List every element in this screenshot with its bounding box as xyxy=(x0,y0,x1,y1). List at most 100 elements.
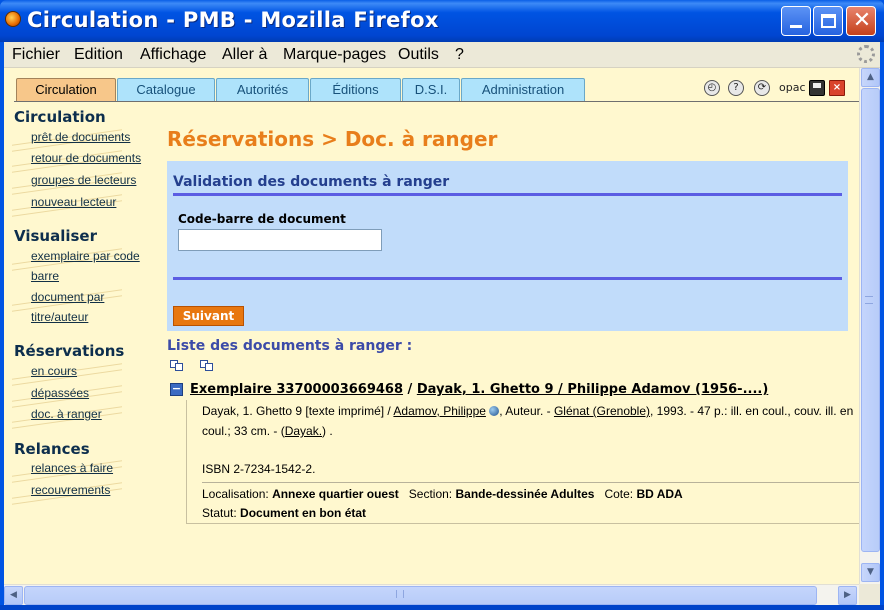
menu-outils[interactable]: Outils xyxy=(398,46,439,64)
barcode-input[interactable] xyxy=(178,229,382,251)
quit-icon[interactable]: × xyxy=(829,80,845,96)
vertical-scroll-thumb[interactable] xyxy=(861,88,880,552)
status-label: Statut: xyxy=(202,506,237,520)
suivant-button[interactable]: Suivant xyxy=(173,306,244,326)
left-nav: Circulation prêt de documents retour de … xyxy=(4,102,162,584)
throbber-icon xyxy=(857,45,875,63)
minimize-button[interactable] xyxy=(781,6,811,36)
record-heading: Exemplaire 33700003669468 / Dayak, 1. Gh… xyxy=(190,382,768,397)
notice-line-1: Dayak, 1. Ghetto 9 [texte imprimé] / Ada… xyxy=(202,404,853,418)
status-line: Statut: Document en bon état xyxy=(202,506,366,520)
tab-editions[interactable]: Éditions xyxy=(310,78,401,101)
window-frame-right xyxy=(880,42,884,610)
record-details: Dayak, 1. Ghetto 9 [texte imprimé] / Ada… xyxy=(186,400,859,524)
exemplaire-link[interactable]: Exemplaire 33700003669468 xyxy=(190,382,403,397)
opac-icon[interactable]: opac xyxy=(779,80,806,96)
scroll-down-icon[interactable]: ▼ xyxy=(861,563,880,582)
publisher-link[interactable]: Glénat (Grenoble) xyxy=(554,404,650,418)
document-record: − Exemplaire 33700003669468 / Dayak, 1. … xyxy=(170,381,859,524)
scroll-up-icon[interactable]: ▲ xyxy=(861,68,880,87)
nav-link-depassees[interactable]: dépassées xyxy=(31,386,89,400)
location-line: Localisation: Annexe quartier ouest Sect… xyxy=(202,487,683,501)
expand-all-icon[interactable] xyxy=(170,360,186,372)
help-icon[interactable]: ? xyxy=(728,80,744,96)
form-divider-bottom xyxy=(173,277,842,280)
list-title: Liste des documents à ranger : xyxy=(167,338,413,354)
cote-value: BD ADA xyxy=(636,487,683,501)
nav-link-exemplaire-barre[interactable]: barre xyxy=(31,269,59,283)
firefox-icon xyxy=(5,11,21,27)
status-value: Document en bon état xyxy=(240,506,367,520)
page-title: Réservations > Doc. à ranger xyxy=(167,127,498,151)
maximize-icon xyxy=(821,14,836,28)
tab-autorites[interactable]: Autorités xyxy=(216,78,309,101)
nav-link-doc-a-ranger[interactable]: doc. à ranger xyxy=(31,407,102,421)
barcode-label: Code-barre de document xyxy=(178,212,346,226)
nav-heading-circulation: Circulation xyxy=(14,108,106,126)
heading-separator: / xyxy=(403,382,417,397)
collapse-record-icon[interactable]: − xyxy=(170,383,183,396)
tab-administration[interactable]: Administration xyxy=(461,78,585,101)
tab-circulation[interactable]: Circulation xyxy=(16,78,116,102)
record-divider xyxy=(202,482,859,483)
tab-bar: Circulation Catalogue Autorités Éditions… xyxy=(4,68,859,102)
save-icon[interactable] xyxy=(809,80,825,96)
globe-icon[interactable] xyxy=(489,406,500,416)
form-divider-top xyxy=(173,193,842,196)
window-title: Circulation - PMB - Mozilla Firefox xyxy=(27,8,439,32)
menu-affichage[interactable]: Affichage xyxy=(140,46,206,64)
maximize-button[interactable] xyxy=(813,6,843,36)
close-button[interactable]: ✕ xyxy=(846,6,876,36)
nav-link-exemplaire-code[interactable]: exemplaire par code xyxy=(31,249,140,263)
horizontal-scrollbar[interactable]: ◀ ▶ xyxy=(4,584,859,605)
location-value: Annexe quartier ouest xyxy=(272,487,399,501)
nav-link-document-par[interactable]: document par xyxy=(31,290,104,304)
scroll-right-icon[interactable]: ▶ xyxy=(838,586,857,605)
menu-fichier[interactable]: Fichier xyxy=(12,46,60,64)
scrollbar-corner xyxy=(859,584,880,605)
notice-title-link[interactable]: Dayak, 1. Ghetto 9 / Philippe Adamov (19… xyxy=(417,382,768,397)
author-role: , Auteur. - xyxy=(499,404,554,418)
nav-link-recouvrements[interactable]: recouvrements xyxy=(31,483,110,497)
menu-aller-a[interactable]: Aller à xyxy=(222,46,267,64)
window-frame-bottom xyxy=(0,605,884,610)
menu-edition[interactable]: Edition xyxy=(74,46,123,64)
section-value: Bande-dessinée Adultes xyxy=(455,487,595,501)
series-close: ) . xyxy=(322,424,333,438)
menu-marque-pages[interactable]: Marque-pages xyxy=(283,46,386,64)
nav-link-relances-a-faire[interactable]: relances à faire xyxy=(31,461,113,475)
scroll-left-icon[interactable]: ◀ xyxy=(4,586,23,605)
sync-icon[interactable]: ⟳ xyxy=(754,80,770,96)
validation-form: Validation des documents à ranger Code-b… xyxy=(167,161,848,331)
scroll-grip-icon xyxy=(396,590,404,598)
menu-bar: Fichier Edition Affichage Aller à Marque… xyxy=(4,42,880,68)
tab-catalogue[interactable]: Catalogue xyxy=(117,78,215,101)
scroll-grip-icon xyxy=(865,296,873,304)
cote-label: Cote: xyxy=(604,487,634,501)
page-content: Circulation Catalogue Autorités Éditions… xyxy=(4,68,859,584)
horizontal-scroll-thumb[interactable] xyxy=(24,586,817,605)
author-link[interactable]: Adamov, Philippe xyxy=(393,404,486,418)
nav-link-en-cours[interactable]: en cours xyxy=(31,364,77,378)
vertical-scrollbar[interactable]: ▲ ▼ xyxy=(859,68,880,584)
collation-continued: coul.; 33 cm. - ( xyxy=(202,424,285,438)
clock-icon[interactable]: ◴ xyxy=(704,80,720,96)
isbn-text: ISBN 2-7234-1542-2. xyxy=(202,462,316,476)
nav-link-nouveau-lecteur[interactable]: nouveau lecteur xyxy=(31,195,116,209)
form-title: Validation des documents à ranger xyxy=(173,174,450,190)
nav-link-groupes[interactable]: groupes de lecteurs xyxy=(31,173,136,187)
nav-heading-visualiser: Visualiser xyxy=(14,227,97,245)
menu-help[interactable]: ? xyxy=(455,46,464,64)
nav-link-titre-auteur[interactable]: titre/auteur xyxy=(31,310,88,324)
nav-link-pret[interactable]: prêt de documents xyxy=(31,130,130,144)
tab-dsi[interactable]: D.S.I. xyxy=(402,78,460,101)
notice-line-2: coul.; 33 cm. - (Dayak.) . xyxy=(202,424,333,438)
collapse-all-icon[interactable] xyxy=(200,360,216,372)
title-bar: Circulation - PMB - Mozilla Firefox ✕ xyxy=(0,0,884,42)
collation-text: , 1993. - 47 p.: ill. en coul., couv. il… xyxy=(650,404,854,418)
location-label: Localisation: xyxy=(202,487,269,501)
minimize-icon xyxy=(790,25,802,28)
nav-link-retour[interactable]: retour de documents xyxy=(31,151,141,165)
series-link[interactable]: Dayak. xyxy=(285,424,322,438)
notice-title-text: Dayak, 1. Ghetto 9 [texte imprimé] / xyxy=(202,404,394,418)
